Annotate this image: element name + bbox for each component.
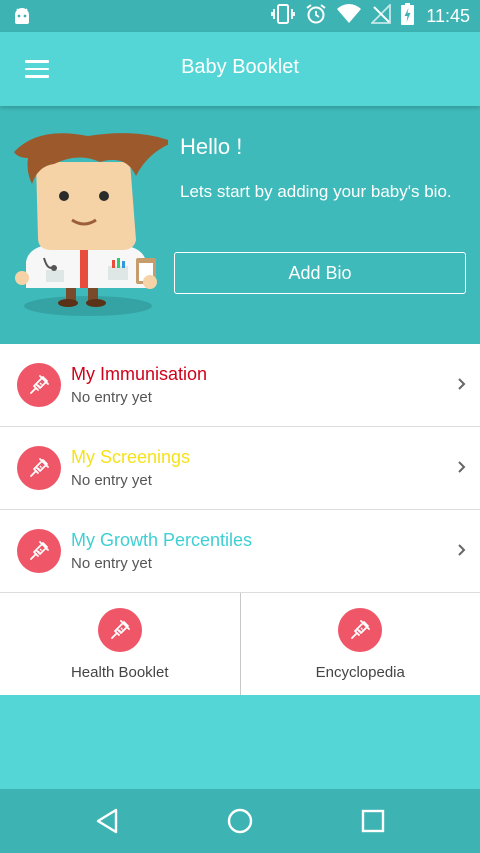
screenings-title: My Screenings [71,447,191,467]
status-bar: 11:45 [0,0,480,32]
no-signal-icon [370,2,392,29]
syringe-icon [17,529,61,573]
chevron-right-icon [458,460,466,478]
health-booklet-label: Health Booklet [70,664,169,681]
syringe-icon [17,446,61,490]
syringe-icon [338,608,383,652]
doctor-character-illustration [8,132,174,327]
system-nav-bar [0,789,480,853]
growth-percentiles-title: My Growth Percentiles [71,530,253,550]
chevron-right-icon [458,543,466,561]
immunisation-status: No entry yet [71,389,152,406]
add-bio-button[interactable]: Add Bio [174,252,466,294]
alarm-icon [305,3,327,30]
screenings-status: No entry yet [71,472,152,489]
welcome-hero: Hello ! Lets start by adding your baby's… [0,106,480,344]
status-time: 11:45 [426,5,470,26]
records-list: My Immunisation No entry yet My Screenin… [0,344,480,593]
list-item-growth-percentiles[interactable]: My Growth Percentiles No entry yet [0,510,480,593]
syringe-icon [97,608,142,652]
hero-greeting: Hello ! [180,134,243,159]
list-item-screenings[interactable]: My Screenings No entry yet [0,427,480,510]
encyclopedia-tile[interactable]: Encyclopedia [241,593,480,695]
immunisation-title: My Immunisation [71,364,208,384]
android-notification-icon [12,6,32,31]
chevron-right-icon [458,377,466,395]
recents-square-icon[interactable] [360,807,386,840]
battery-charging-icon [401,2,415,30]
app-title: Baby Booklet [181,56,299,78]
hero-message: Lets start by adding your baby's bio. [180,182,452,201]
list-item-immunisation[interactable]: My Immunisation No entry yet [0,344,480,427]
back-triangle-icon[interactable] [94,807,120,840]
app-bar: Baby Booklet [0,32,480,106]
encyclopedia-label: Encyclopedia [315,664,405,681]
vibrate-icon [271,3,296,30]
home-circle-icon[interactable] [226,807,254,840]
wifi-icon [337,3,362,29]
shortcut-grid: Health Booklet Encyclopedia [0,593,480,695]
syringe-icon [17,363,61,407]
growth-percentiles-status: No entry yet [71,555,152,572]
health-booklet-tile[interactable]: Health Booklet [0,593,241,695]
